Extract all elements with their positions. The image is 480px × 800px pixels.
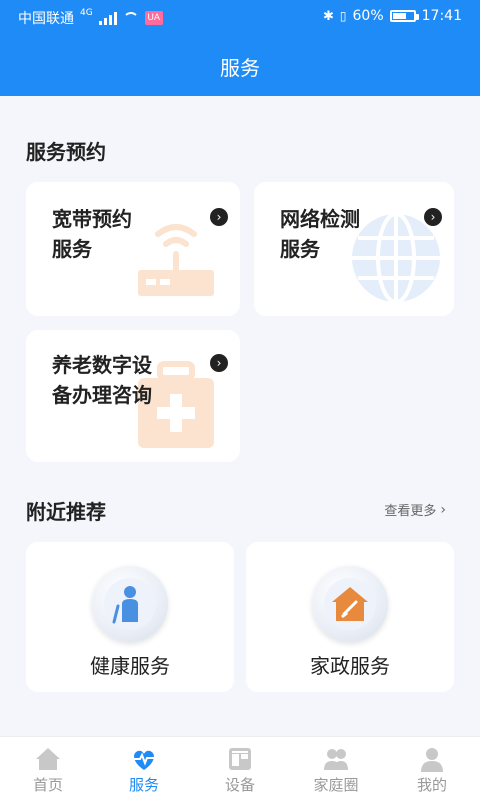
card-label-line2: 服务 (280, 237, 320, 261)
bluetooth-icon: ✱ (323, 8, 334, 24)
chevron-right-icon: › (440, 501, 446, 518)
rec-card-health[interactable]: 健康服务 (26, 542, 234, 692)
rec-label: 家政服务 (310, 654, 390, 678)
device-icon (229, 748, 251, 770)
network-type: 4G (80, 8, 93, 18)
family-icon (324, 749, 348, 770)
see-more-label: 查看更多 (384, 504, 437, 519)
clock: 17:41 (421, 8, 462, 24)
tab-label: 服务 (128, 776, 159, 794)
status-bar: 中国联通 4G UA ✱ ▯ 60% 17:41 (0, 0, 480, 34)
bottom-tab-bar: 首页 服务 设备 家庭圈 我的 (0, 736, 480, 800)
vibrate-icon: ▯ (339, 9, 347, 23)
heartbeat-icon (134, 750, 154, 770)
icon-circle (92, 566, 168, 642)
battery-icon (389, 10, 419, 22)
router-icon (138, 224, 214, 296)
card-label-line1: 网络检测 (280, 207, 360, 231)
tab-label: 我的 (416, 776, 447, 794)
chevron-right-icon[interactable]: › (424, 208, 442, 226)
chevron-right-icon[interactable]: › (210, 208, 228, 226)
page-title: 服务 (220, 56, 260, 80)
profile-icon (421, 748, 443, 772)
rec-card-housekeeping[interactable]: 家政服务 (246, 542, 454, 692)
home-icon (36, 748, 60, 770)
tab-label: 首页 (32, 776, 63, 794)
card-label-line2: 服务 (52, 237, 92, 261)
tab-label: 家庭圈 (313, 776, 359, 794)
tab-family[interactable]: 家庭圈 (288, 737, 384, 800)
app-badge-icon: UA (144, 11, 163, 25)
signal-icon (98, 11, 117, 25)
tab-home[interactable]: 首页 (0, 737, 96, 800)
rec-label: 健康服务 (90, 654, 170, 678)
section-title-nearby: 附近推荐 (26, 500, 106, 524)
elderly-person-icon (112, 586, 138, 624)
card-label-line1: 宽带预约 (52, 207, 132, 231)
card-elderly-device-consult[interactable]: 养老数字设 备办理咨询 › (26, 330, 240, 462)
card-label-line1: 养老数字设 (52, 353, 152, 377)
tab-label: 设备 (224, 776, 255, 794)
card-label: 宽带预约 服务 (52, 204, 132, 264)
card-broadband-booking[interactable]: 宽带预约 服务 › (26, 182, 240, 316)
wifi-icon (122, 12, 139, 24)
icon-circle (312, 566, 388, 642)
tab-profile[interactable]: 我的 (384, 737, 480, 800)
battery-percent: 60% (352, 8, 384, 24)
card-label-line2: 备办理咨询 (52, 383, 152, 407)
top-bar: 中国联通 4G UA ✱ ▯ 60% 17:41 服务 (0, 0, 480, 96)
card-network-check[interactable]: 网络检测 服务 › (254, 182, 454, 316)
tab-device[interactable]: 设备 (192, 737, 288, 800)
card-label: 养老数字设 备办理咨询 (52, 350, 152, 410)
card-label: 网络检测 服务 (280, 204, 360, 264)
tab-service[interactable]: 服务 (96, 737, 192, 800)
status-right: ✱ ▯ 60% 17:41 (323, 8, 462, 24)
home-cleaning-icon (332, 587, 368, 621)
see-more-link[interactable]: 查看更多 › (384, 500, 446, 520)
chevron-right-icon[interactable]: › (210, 354, 228, 372)
globe-icon (352, 212, 440, 304)
section-title-booking: 服务预约 (26, 140, 106, 164)
icon-circle-inner (324, 578, 376, 630)
carrier-name: 中国联通 (18, 11, 74, 27)
status-left: 中国联通 4G UA (18, 8, 163, 28)
icon-circle-inner (104, 578, 156, 630)
